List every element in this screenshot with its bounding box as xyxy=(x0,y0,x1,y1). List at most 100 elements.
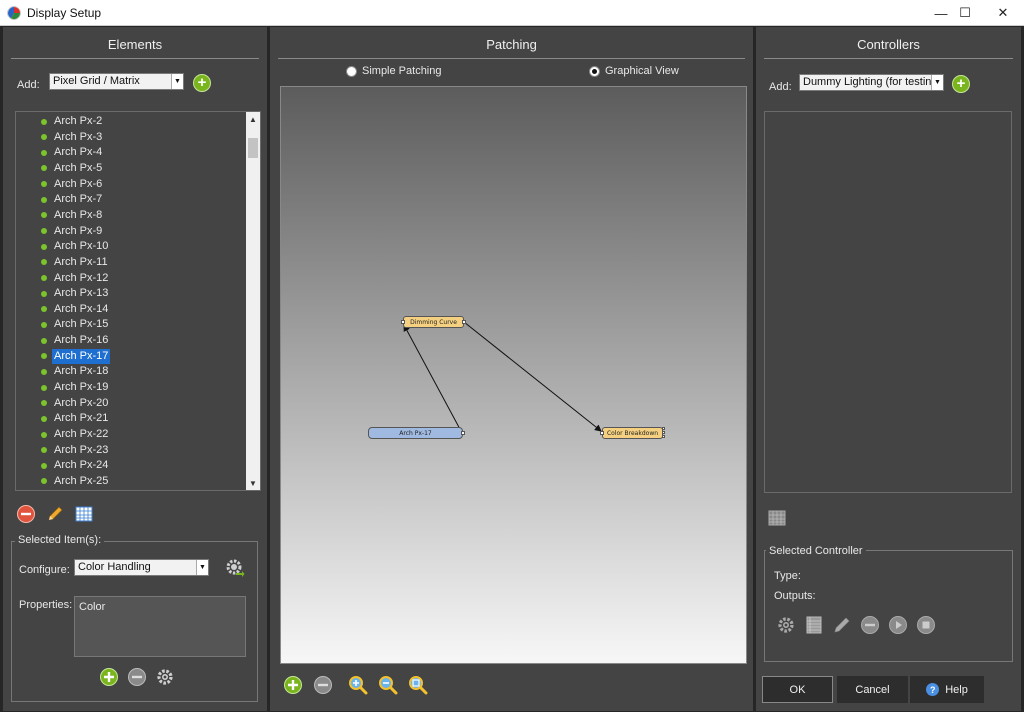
zoom-fit-button[interactable] xyxy=(408,675,428,695)
status-dot-icon xyxy=(41,447,47,454)
tree-item-label: Arch Px-8 xyxy=(54,208,103,221)
status-dot-icon xyxy=(41,368,47,375)
scrollbar-thumb[interactable] xyxy=(248,138,258,158)
tree-item[interactable]: Arch Px-15 xyxy=(16,317,110,332)
tree-item[interactable]: Arch Px-19 xyxy=(16,380,110,395)
tree-item-label: Arch Px-7 xyxy=(54,193,103,206)
tree-item-label: Arch Px-18 xyxy=(54,365,109,378)
controllers-list[interactable] xyxy=(764,111,1012,493)
node-output-port[interactable] xyxy=(662,427,665,430)
tree-item-label: Arch Px-4 xyxy=(54,146,103,159)
configure-property-button[interactable] xyxy=(155,667,175,687)
tree-item-label: Arch Px-21 xyxy=(54,412,109,425)
element-grid-button[interactable] xyxy=(74,504,94,524)
cancel-button[interactable]: Cancel xyxy=(837,676,908,703)
tree-item-label: Arch Px-6 xyxy=(54,177,103,190)
elements-tree[interactable]: Arch Px-2 Arch Px-3 Arch Px-4 Arch Px-5 Arch… xyxy=(15,111,261,491)
element-type-value: Pixel Grid / Matrix xyxy=(53,75,140,87)
plus-icon xyxy=(284,676,302,694)
add-controller-button[interactable]: + xyxy=(952,75,970,93)
status-dot-icon xyxy=(41,321,47,328)
tree-item[interactable]: Arch Px-20 xyxy=(16,396,110,411)
tree-item[interactable]: Arch Px-22 xyxy=(16,427,110,442)
tree-item-label: Arch Px-20 xyxy=(54,396,109,409)
rename-controller-button[interactable] xyxy=(832,615,852,635)
configure-run-button[interactable] xyxy=(225,558,245,578)
tree-item[interactable]: Arch Px-5 xyxy=(16,161,104,176)
stop-icon xyxy=(917,616,935,634)
tree-item[interactable]: Arch Px-3 xyxy=(16,130,104,145)
add-property-button[interactable] xyxy=(99,667,119,687)
close-button[interactable]: ✕ xyxy=(980,0,1024,26)
node-input-port[interactable] xyxy=(401,320,405,324)
stop-controller-button[interactable] xyxy=(916,615,936,635)
configure-select[interactable]: Color Handling ▼ xyxy=(74,559,209,576)
tree-item[interactable]: Arch Px-14 xyxy=(16,302,110,317)
rename-element-button[interactable] xyxy=(45,504,65,524)
element-node[interactable]: Arch Px-17 xyxy=(368,427,465,439)
tree-item[interactable]: Arch Px-16 xyxy=(16,333,110,348)
tree-item[interactable]: Arch Px-24 xyxy=(16,458,110,473)
element-type-select[interactable]: Pixel Grid / Matrix ▼ xyxy=(49,73,184,90)
scroll-up-icon[interactable]: ▲ xyxy=(246,112,260,126)
tree-item[interactable]: Arch Px-12 xyxy=(16,271,110,286)
controller-outputs-button[interactable] xyxy=(804,615,824,635)
start-controller-button[interactable] xyxy=(888,615,908,635)
tree-item-label: Arch Px-23 xyxy=(54,443,109,456)
node-output-port[interactable] xyxy=(662,431,665,434)
radio-unchecked-icon xyxy=(346,65,357,77)
controller-type-select[interactable]: Dummy Lighting (for testing) ▼ xyxy=(799,74,944,91)
chevron-down-icon: ▼ xyxy=(171,74,183,89)
simple-patching-label: Simple Patching xyxy=(362,65,442,77)
tree-item[interactable]: Arch Px-4 xyxy=(16,145,104,160)
add-element-button[interactable]: + xyxy=(193,74,211,92)
node-input-port[interactable] xyxy=(600,431,604,435)
selected-items-title: Selected Item(s): xyxy=(15,534,105,546)
tree-item[interactable]: Arch Px-7 xyxy=(16,192,104,207)
help-button[interactable]: ? Help xyxy=(910,676,984,703)
remove-filter-button[interactable] xyxy=(313,675,333,695)
tree-item[interactable]: Arch Px-6 xyxy=(16,177,104,192)
tree-item-label: Arch Px-13 xyxy=(54,287,109,300)
status-dot-icon xyxy=(41,478,47,485)
radio-checked-icon xyxy=(589,65,600,77)
tree-item[interactable]: Arch Px-23 xyxy=(16,443,110,458)
graphical-view-radio[interactable]: Graphical View xyxy=(589,65,679,77)
zoom-in-button[interactable] xyxy=(348,675,368,695)
properties-list[interactable]: Color xyxy=(74,596,246,657)
tree-item[interactable]: Arch Px-21 xyxy=(16,411,110,426)
elements-tree-scrollbar[interactable]: ▲ ▼ xyxy=(246,112,260,490)
properties-item[interactable]: Color xyxy=(79,601,241,613)
tree-item[interactable]: Arch Px-8 xyxy=(16,208,104,223)
remove-property-button[interactable] xyxy=(127,667,147,687)
window-title: Display Setup xyxy=(27,6,102,20)
dimming-curve-node[interactable]: Dimming Curve xyxy=(401,316,466,328)
add-filter-button[interactable] xyxy=(283,675,303,695)
zoom-out-button[interactable] xyxy=(378,675,398,695)
color-breakdown-node[interactable]: Color Breakdown xyxy=(600,427,665,439)
tree-item[interactable]: Arch Px-2 xyxy=(16,114,104,129)
patching-canvas[interactable]: Dimming Curve Arch Px-17 Color Breakdown xyxy=(280,86,747,664)
remove-controller-button[interactable] xyxy=(860,615,880,635)
ok-button[interactable]: OK xyxy=(762,676,833,703)
tree-item-label: Arch Px-16 xyxy=(54,334,109,347)
tree-item[interactable]: Arch Px-10 xyxy=(16,239,110,254)
tree-item[interactable]: Arch Px-13 xyxy=(16,286,110,301)
ok-label: OK xyxy=(789,683,806,696)
status-dot-icon xyxy=(41,243,47,250)
tree-item[interactable]: Arch Px-25 xyxy=(16,474,110,489)
tree-item[interactable]: Arch Px-11 xyxy=(16,255,110,270)
tree-item-label: Arch Px-14 xyxy=(54,302,109,315)
tree-item[interactable]: Arch Px-9 xyxy=(16,224,104,239)
node-output-port[interactable] xyxy=(462,320,466,324)
configure-controller-button[interactable] xyxy=(776,615,796,635)
simple-patching-radio[interactable]: Simple Patching xyxy=(346,65,442,77)
node-output-port[interactable] xyxy=(662,435,665,438)
patch-connections xyxy=(403,321,602,432)
tree-item[interactable]: Arch Px-17 xyxy=(16,348,111,364)
node-output-port[interactable] xyxy=(461,431,465,435)
tree-item[interactable]: Arch Px-18 xyxy=(16,364,110,379)
remove-element-button[interactable] xyxy=(16,504,36,524)
scroll-down-icon[interactable]: ▼ xyxy=(246,476,260,490)
controller-grid-button[interactable] xyxy=(767,508,787,528)
